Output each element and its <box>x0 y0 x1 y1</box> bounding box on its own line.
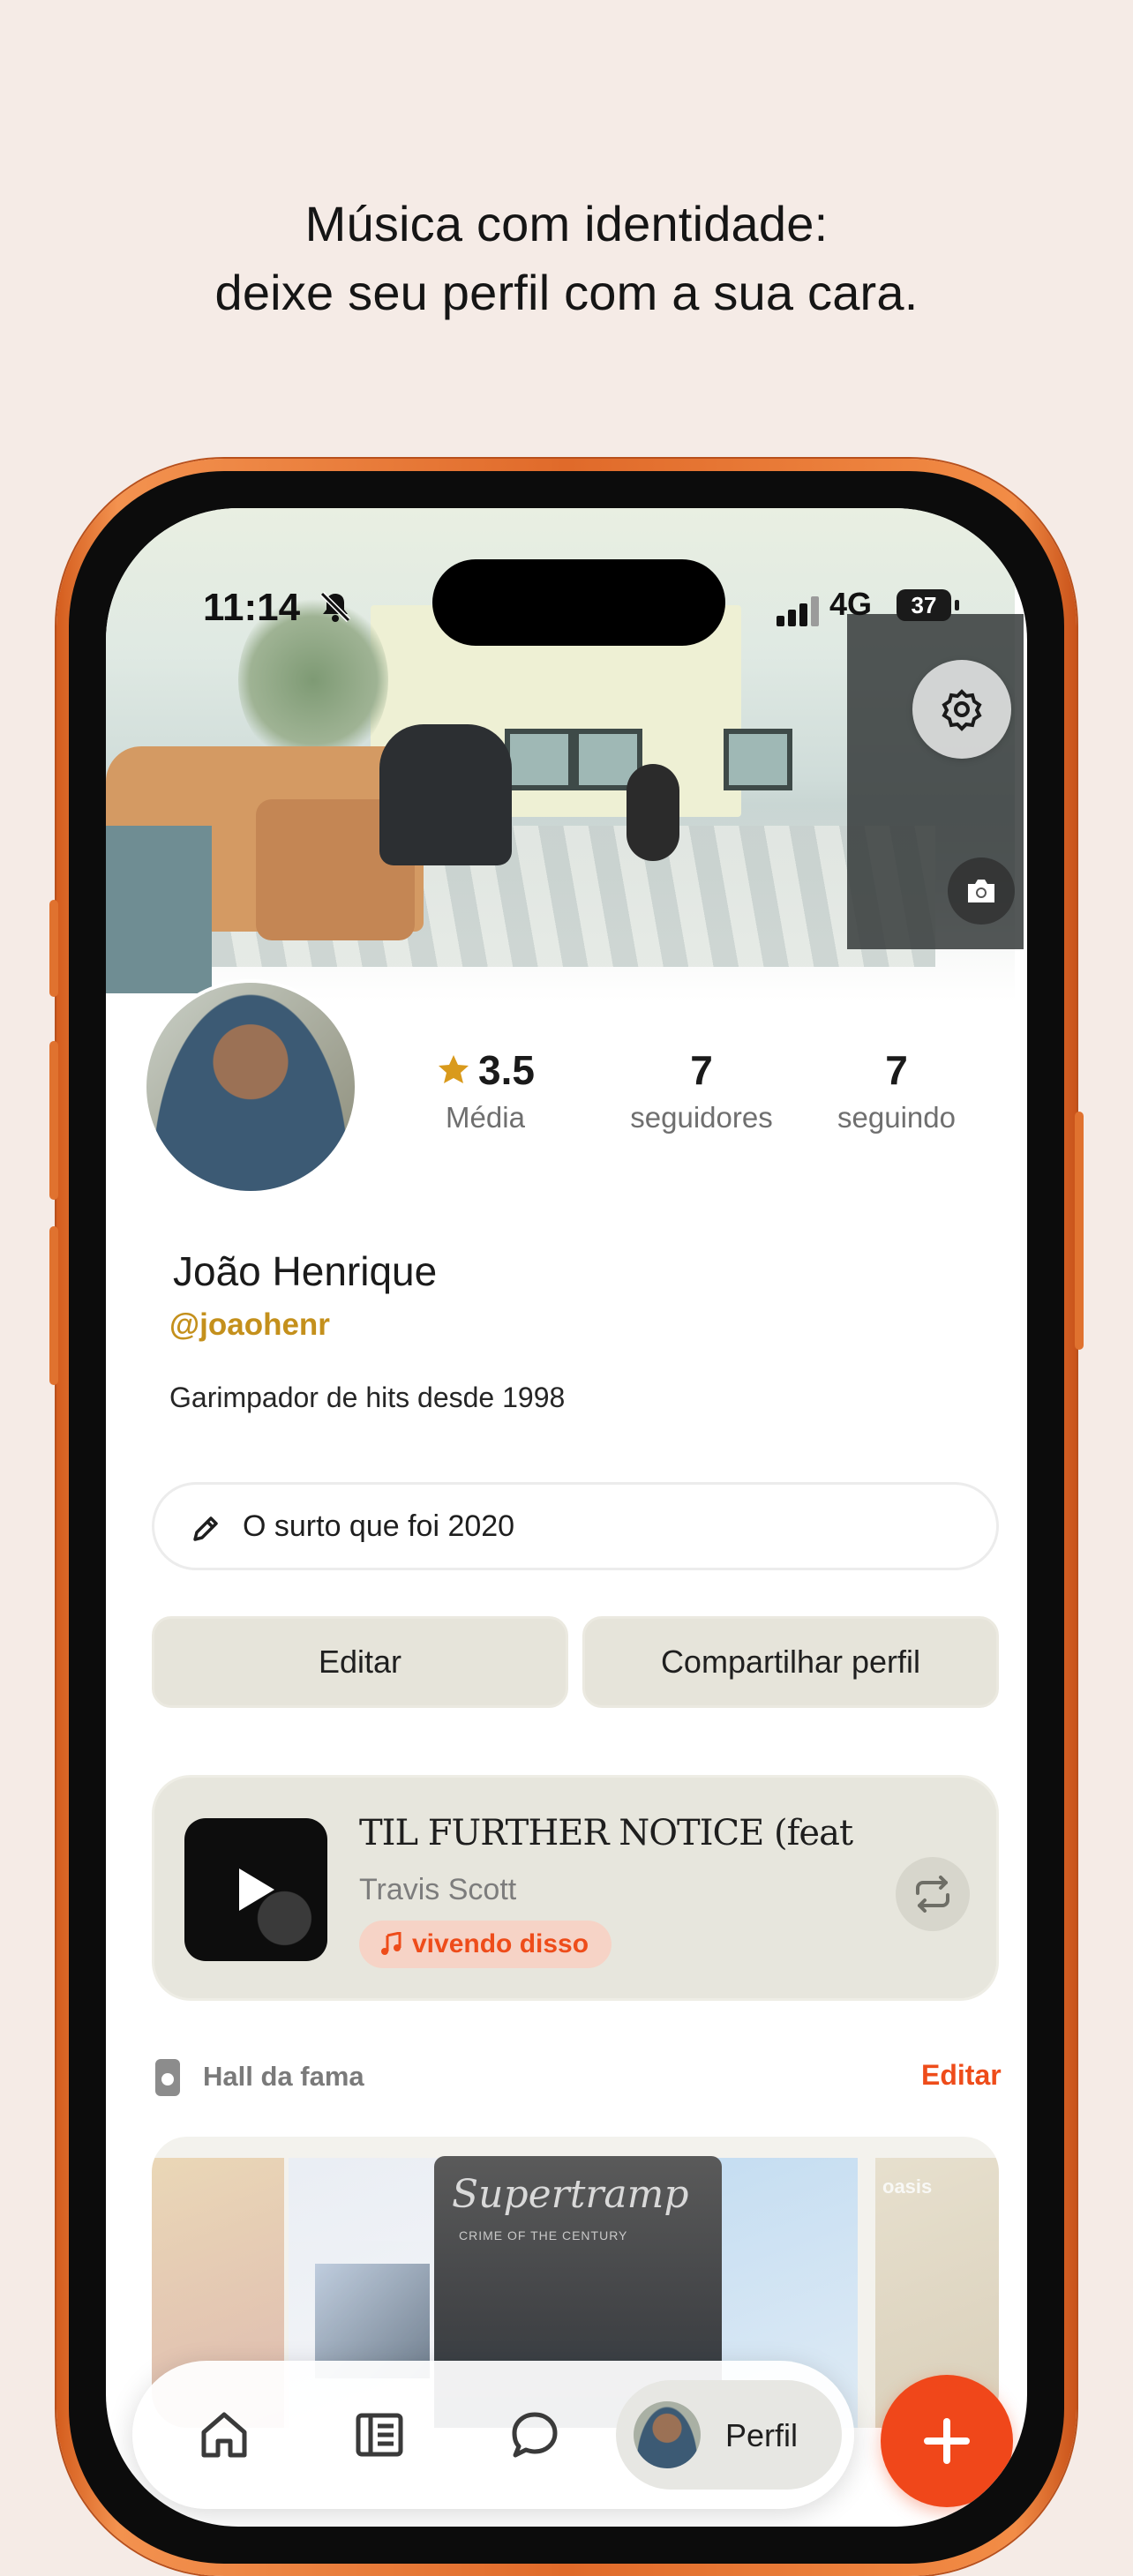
following-stat[interactable]: 7 seguindo <box>808 1046 985 1134</box>
home-icon <box>201 2412 247 2458</box>
following-label: seguindo <box>837 1101 956 1134</box>
profile-name: João Henrique <box>173 1248 438 1294</box>
camera-icon <box>968 880 994 902</box>
status-time: 11:14 <box>203 586 301 629</box>
rating-value: 3.5 <box>478 1047 535 1093</box>
avatar <box>634 2401 701 2468</box>
tab-profile-label: Perfil <box>725 2417 799 2453</box>
battery-indicator: 37 <box>897 589 951 621</box>
phone-bezel: 11:14 4G 37 3.5 Média 7 seguidores 7 seg… <box>69 471 1064 2564</box>
gear-icon <box>942 689 982 731</box>
hall-of-fame-edit-link[interactable]: Editar <box>921 2059 1002 2092</box>
play-icon <box>239 1868 274 1911</box>
app-screen: 11:14 4G 37 3.5 Média 7 seguidores 7 seg… <box>106 508 1027 2527</box>
add-button[interactable] <box>881 2375 1013 2507</box>
headline-line-1: Música com identidade: <box>304 196 829 251</box>
share-profile-button[interactable]: Compartilhar perfil <box>582 1616 999 1708</box>
followers-label: seguidores <box>630 1101 773 1134</box>
network-type: 4G <box>829 586 873 622</box>
feed-icon <box>356 2413 403 2457</box>
rating-stat: 3.5 Média <box>397 1046 574 1134</box>
following-count: 7 <box>885 1047 908 1093</box>
status-message-text: O surto que foi 2020 <box>243 1509 515 1543</box>
profile-handle: @joaohenr <box>169 1307 330 1342</box>
tab-home[interactable] <box>196 2407 252 2463</box>
repeat-icon <box>916 1876 949 1913</box>
ipod-icon <box>155 2059 180 2096</box>
track-title: TIL FURTHER NOTICE (feat. Ja... <box>359 1813 853 1853</box>
followers-stat[interactable]: 7 seguidores <box>604 1046 799 1134</box>
mood-badge: vivendo disso <box>359 1921 612 1968</box>
music-note-icon <box>381 1932 401 1955</box>
chat-icon <box>512 2412 558 2458</box>
tab-profile[interactable]: Perfil <box>616 2380 842 2490</box>
followers-count: 7 <box>690 1047 713 1093</box>
star-icon <box>439 1055 469 1083</box>
guitar <box>627 764 679 861</box>
side-button <box>49 900 58 997</box>
change-cover-button[interactable] <box>948 857 1015 925</box>
tab-feed[interactable] <box>351 2407 408 2463</box>
edit-profile-button[interactable]: Editar <box>152 1616 568 1708</box>
signal-icon <box>777 596 819 626</box>
tab-chat[interactable] <box>506 2407 563 2463</box>
pencil-icon <box>193 1516 218 1541</box>
phone-frame: 11:14 4G 37 3.5 Média 7 seguidores 7 seg… <box>49 459 1084 2576</box>
side-button <box>1075 1112 1084 1350</box>
track-artist: Travis Scott <box>359 1873 517 1906</box>
profile-avatar[interactable] <box>146 983 355 1191</box>
tab-bar: Perfil <box>132 2361 854 2509</box>
headline: Música com identidade: deixe seu perfil … <box>0 190 1133 327</box>
change-track-button[interactable] <box>896 1857 970 1931</box>
headline-line-2: deixe seu perfil com a sua cara. <box>214 265 919 320</box>
hall-of-fame-label: Hall da fama <box>203 2061 364 2092</box>
rating-label: Média <box>446 1101 525 1134</box>
profile-bio: Garimpador de hits desde 1998 <box>169 1382 566 1413</box>
dynamic-island <box>432 559 725 646</box>
now-playing-card[interactable]: TIL FURTHER NOTICE (feat. Ja... Travis S… <box>152 1775 999 2001</box>
mood-badge-label: vivendo disso <box>412 1929 589 1958</box>
side-button <box>49 1226 58 1385</box>
album-art[interactable] <box>184 1818 327 1961</box>
plus-icon <box>924 2418 970 2464</box>
side-button <box>49 1041 58 1200</box>
bell-slash-icon <box>319 591 351 623</box>
settings-button[interactable] <box>912 660 1011 759</box>
status-message-field[interactable]: O surto que foi 2020 <box>152 1482 999 1570</box>
